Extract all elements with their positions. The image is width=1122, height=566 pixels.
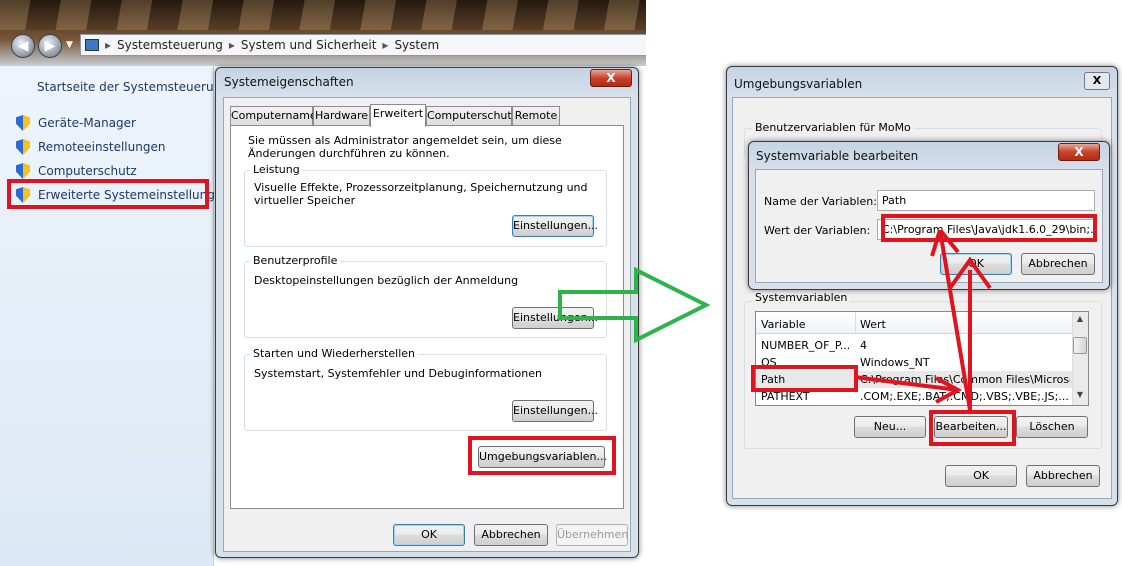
group-text: Systemstart, Systemfehler und Debuginfor… [254, 367, 542, 380]
sidebar-item-label: Computerschutz [38, 164, 137, 178]
tab-computername[interactable]: Computername [230, 106, 317, 126]
dialog-title: Umgebungsvariablen [734, 77, 863, 91]
cancel-button[interactable]: Abbrechen [1026, 465, 1100, 487]
arrow-outline [558, 266, 711, 344]
annotation-arrows [853, 230, 992, 411]
highlight-box [7, 179, 209, 209]
breadcrumb-system-und-sicherheit[interactable]: System und Sicherheit [241, 38, 377, 52]
chevron-right-icon: ▸ [228, 38, 235, 52]
sidebar-item-computerschutz[interactable]: Computerschutz [16, 163, 137, 179]
arrow-right-icon [558, 266, 711, 344]
breadcrumb-system[interactable]: System [394, 38, 439, 52]
row-variable: NUMBER_OF_P... [761, 339, 851, 352]
sidebar-item-remoteeinstellungen[interactable]: Remoteeinstellungen [16, 139, 165, 155]
computer-icon [85, 39, 99, 51]
chevron-right-icon: ▸ [105, 38, 112, 52]
variable-name-field[interactable]: Path [877, 190, 1095, 211]
scroll-down-icon[interactable]: ▼ [1072, 390, 1088, 399]
sidebar-item-geraete-manager[interactable]: Geräte-Manager [16, 115, 136, 131]
history-dropdown-icon[interactable]: ▼ [66, 40, 73, 50]
ok-button[interactable]: OK [393, 524, 465, 546]
shield-icon [16, 115, 30, 131]
sidebar-home-link[interactable]: Startseite der Systemsteuerung [37, 80, 229, 94]
startup-settings-button[interactable]: Einstellungen... [512, 400, 598, 422]
window-chrome [0, 0, 646, 66]
group-text: Visuelle Effekte, Prozessorzeitplanung, … [254, 181, 588, 207]
back-button[interactable]: ◀ [11, 34, 35, 58]
ok-button[interactable]: OK [945, 465, 1017, 487]
close-button[interactable]: X [1084, 72, 1110, 90]
breadcrumb-systemsteuerung[interactable]: Systemsteuerung [117, 38, 223, 52]
close-button[interactable]: X [1058, 143, 1100, 161]
group-title: Leistung [250, 163, 303, 176]
performance-settings-button[interactable]: Einstellungen... [512, 215, 598, 237]
scrollbar-thumb[interactable] [1073, 337, 1087, 354]
chevron-right-icon: ▸ [382, 38, 389, 52]
dialog-title: Systemvariable bearbeiten [756, 149, 919, 163]
shield-icon [16, 163, 30, 179]
sidebar-item-label: Geräte-Manager [38, 116, 136, 130]
group-title: Starten und Wiederherstellen [250, 347, 418, 360]
shield-icon [16, 139, 30, 155]
close-button[interactable]: X [590, 69, 632, 87]
cancel-button[interactable]: Abbrechen [474, 524, 548, 546]
address-bar[interactable]: ▸ Systemsteuerung ▸ System und Sicherhei… [80, 34, 646, 56]
tab-erweitert[interactable]: Erweitert [370, 104, 426, 127]
apply-button[interactable]: Übernehmen [556, 524, 628, 546]
column-header-variable[interactable]: Variable [761, 318, 806, 331]
tab-remote[interactable]: Remote [512, 106, 560, 126]
scroll-up-icon[interactable]: ▲ [1072, 314, 1088, 323]
tab-hardware[interactable]: Hardware [313, 106, 370, 126]
group-title: Benutzervariablen für MoMo [752, 121, 914, 134]
forward-button[interactable]: ▶ [38, 34, 62, 58]
group-title: Benutzerprofile [250, 254, 341, 267]
highlight-box [468, 436, 616, 475]
sidebar-item-label: Remoteeinstellungen [38, 140, 166, 154]
dialog-title: Systemeigenschaften [224, 75, 354, 89]
admin-note: Sie müssen als Administrator angemeldet … [248, 134, 562, 160]
group-text: Desktopeinstellungen bezüglich der Anmel… [254, 274, 519, 287]
variable-name-label: Name der Variablen: [764, 195, 877, 208]
tab-computerschutz[interactable]: Computerschutz [426, 106, 518, 126]
group-title: Systemvariablen [752, 291, 851, 304]
